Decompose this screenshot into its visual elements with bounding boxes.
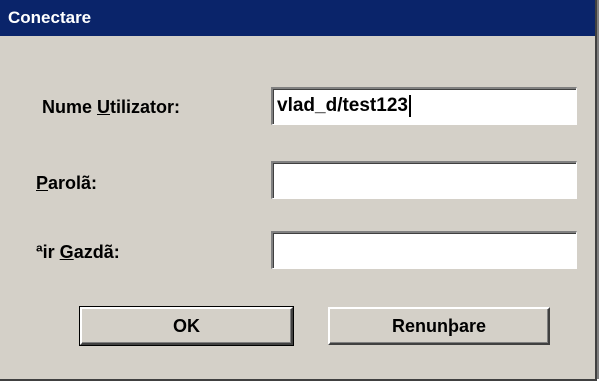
dialog-title: Conectare — [0, 0, 595, 36]
password-label: Parolã: — [36, 173, 97, 194]
password-label-suffix: arolã: — [48, 173, 98, 193]
username-label-suffix: tilizator: — [110, 97, 181, 117]
text-caret — [408, 94, 411, 117]
host-string-input[interactable] — [271, 231, 577, 269]
host-string-label-prefix: ªir — [36, 242, 60, 262]
cancel-button[interactable]: Renunþare — [328, 307, 550, 345]
password-input[interactable] — [271, 161, 577, 199]
password-label-accel: P — [36, 173, 49, 193]
username-label-accel: U — [97, 97, 111, 117]
host-string-label-suffix: azdã: — [73, 242, 120, 262]
login-dialog: Conectare Nume Utilizator: vlad_d/test12… — [0, 0, 599, 381]
username-input[interactable]: vlad_d/test123 — [271, 87, 577, 125]
ok-button[interactable]: OK — [79, 306, 294, 346]
username-input-value: vlad_d/test123 — [277, 95, 408, 116]
username-label: Nume Utilizator: — [42, 97, 180, 118]
host-string-label: ªir Gazdã: — [36, 242, 120, 263]
host-string-label-accel: G — [59, 242, 74, 262]
username-label-prefix: Nume — [42, 97, 98, 117]
